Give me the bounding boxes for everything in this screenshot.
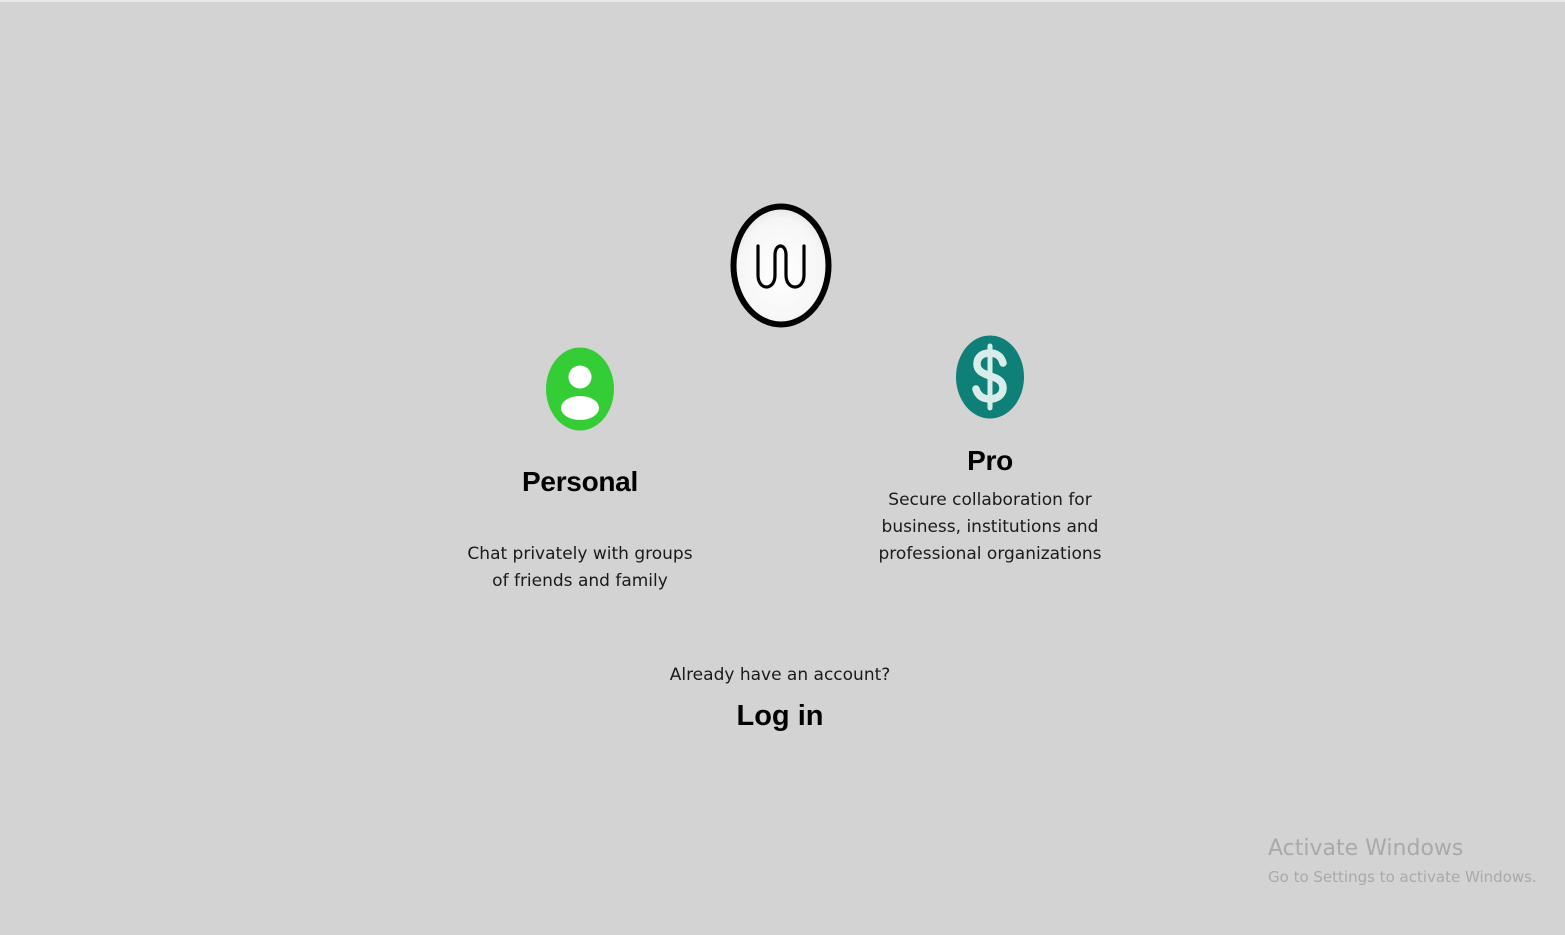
watermark-subtitle: Go to Settings to activate Windows. xyxy=(1268,868,1537,886)
login-link[interactable]: Log in xyxy=(737,700,824,733)
pro-title: Pro xyxy=(967,445,1013,476)
pro-description: Secure collaboration for business, insti… xyxy=(878,490,1102,564)
wire-logo-icon xyxy=(730,203,832,328)
pro-option[interactable]: Pro Secure collaboration for business, i… xyxy=(860,334,1120,568)
welcome-screen: Personal Chat privately with groups of f… xyxy=(0,0,1565,935)
login-area: Already have an account? Log in xyxy=(640,662,920,733)
activation-watermark: Activate Windows Go to Settings to activ… xyxy=(1268,834,1537,888)
personal-description: Chat privately with groups of friends an… xyxy=(467,544,693,591)
login-prompt: Already have an account? xyxy=(669,665,891,685)
personal-title: Personal xyxy=(522,466,638,497)
personal-option[interactable]: Personal Chat privately with groups of f… xyxy=(440,346,720,595)
watermark-title: Activate Windows xyxy=(1268,836,1464,861)
person-icon xyxy=(545,346,615,432)
dollar-icon xyxy=(955,334,1025,420)
